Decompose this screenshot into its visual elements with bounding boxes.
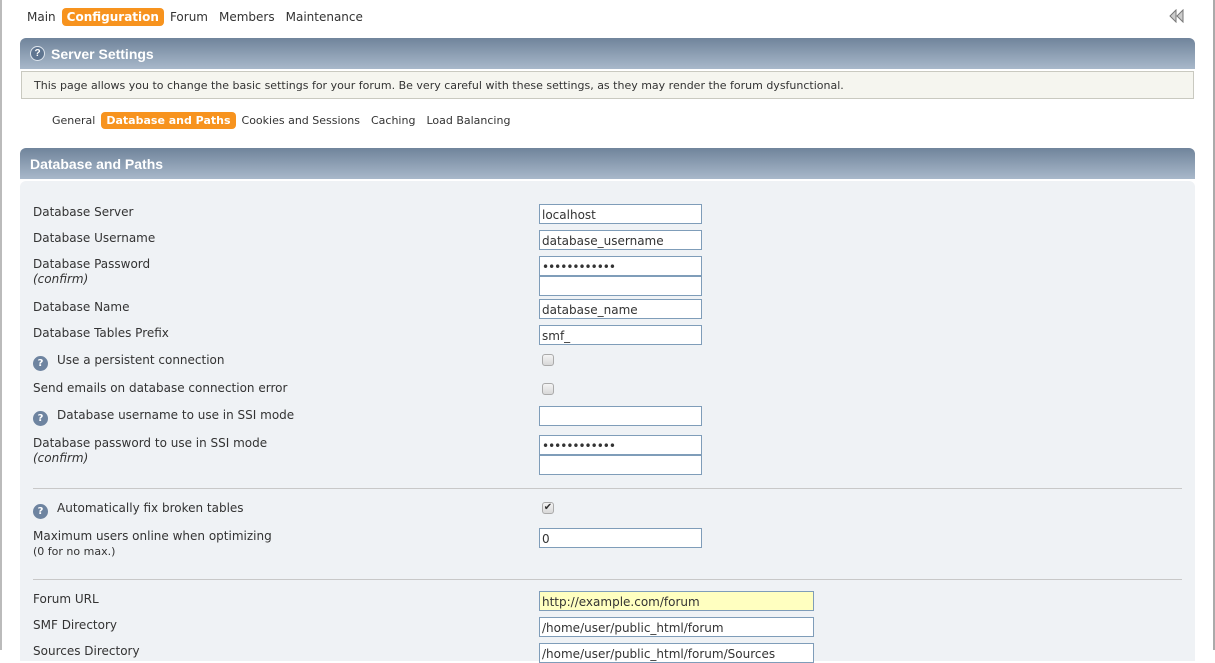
autofix-checkbox[interactable]: ✔ — [542, 502, 554, 514]
top-nav-forum[interactable]: Forum — [165, 8, 213, 26]
help-icon[interactable]: ? — [33, 411, 48, 426]
section-title: Database and Paths — [30, 155, 164, 172]
db-password-input[interactable] — [539, 256, 702, 276]
double-chevron-left-icon[interactable] — [1168, 8, 1188, 24]
label-persistent: ? Use a persistent connection — [33, 353, 225, 371]
label-autofix: ? Automatically fix broken tables — [33, 501, 244, 519]
max-users-input[interactable] — [539, 528, 702, 548]
label-db-username: Database Username — [33, 231, 156, 245]
label-max-users: Maximum users online when optimizing (0 … — [33, 529, 272, 558]
server-settings-header: ? Server Settings — [20, 38, 1195, 69]
db-name-input[interactable] — [539, 299, 702, 319]
settings-panel: Database Server Database Username Databa… — [20, 181, 1195, 663]
ssi-password-confirm-input[interactable] — [539, 455, 702, 475]
label-forum-url: Forum URL — [33, 592, 99, 606]
db-prefix-input[interactable] — [539, 325, 702, 345]
db-server-input[interactable] — [539, 204, 702, 224]
confirm-label: (confirm) — [33, 272, 89, 286]
ssi-username-input[interactable] — [539, 406, 702, 426]
send-emails-checkbox[interactable] — [542, 383, 554, 395]
divider — [33, 579, 1182, 580]
label-sources-directory: Sources Directory — [33, 644, 140, 658]
label-db-name: Database Name — [33, 300, 130, 314]
page-title: Server Settings — [51, 45, 154, 62]
label-db-password: Database Password (confirm) — [33, 257, 151, 286]
tab-general[interactable]: General — [47, 112, 100, 129]
tab-cookies-and-sessions[interactable]: Cookies and Sessions — [237, 112, 365, 129]
sub-nav: General Database and Paths Cookies and S… — [47, 110, 516, 130]
label-ssi-password: Database password to use in SSI mode (co… — [33, 436, 268, 465]
top-nav-maintenance[interactable]: Maintenance — [281, 8, 368, 26]
sources-directory-input[interactable] — [539, 643, 814, 663]
tab-database-and-paths[interactable]: Database and Paths — [101, 111, 236, 129]
label-smf-directory: SMF Directory — [33, 618, 117, 632]
help-icon[interactable]: ? — [33, 356, 48, 371]
label-send-emails: Send emails on database connection error — [33, 381, 288, 395]
confirm-label: (confirm) — [33, 451, 89, 465]
help-icon[interactable]: ? — [30, 46, 45, 61]
help-icon[interactable]: ? — [33, 504, 48, 519]
label-db-prefix: Database Tables Prefix — [33, 326, 169, 340]
db-password-confirm-input[interactable] — [539, 276, 702, 296]
top-nav-members[interactable]: Members — [214, 8, 280, 26]
window-edge-left — [0, 0, 2, 650]
tab-load-balancing[interactable]: Load Balancing — [421, 112, 515, 129]
tab-caching[interactable]: Caching — [366, 112, 420, 129]
label-db-server: Database Server — [33, 205, 134, 219]
label-ssi-username: ? Database username to use in SSI mode — [33, 408, 294, 426]
section-header: Database and Paths — [20, 148, 1195, 179]
db-username-input[interactable] — [539, 230, 702, 250]
top-nav-main[interactable]: Main — [22, 8, 61, 26]
top-nav: Main Configuration Forum Members Mainten… — [22, 7, 369, 27]
page-description: This page allows you to change the basic… — [21, 71, 1194, 99]
ssi-password-input[interactable] — [539, 435, 702, 455]
max-users-hint: (0 for no max.) — [33, 545, 116, 558]
top-nav-configuration[interactable]: Configuration — [61, 8, 164, 26]
smf-directory-input[interactable] — [539, 617, 814, 637]
persistent-checkbox[interactable] — [542, 354, 554, 366]
divider — [33, 488, 1182, 489]
forum-url-input[interactable] — [539, 591, 814, 611]
